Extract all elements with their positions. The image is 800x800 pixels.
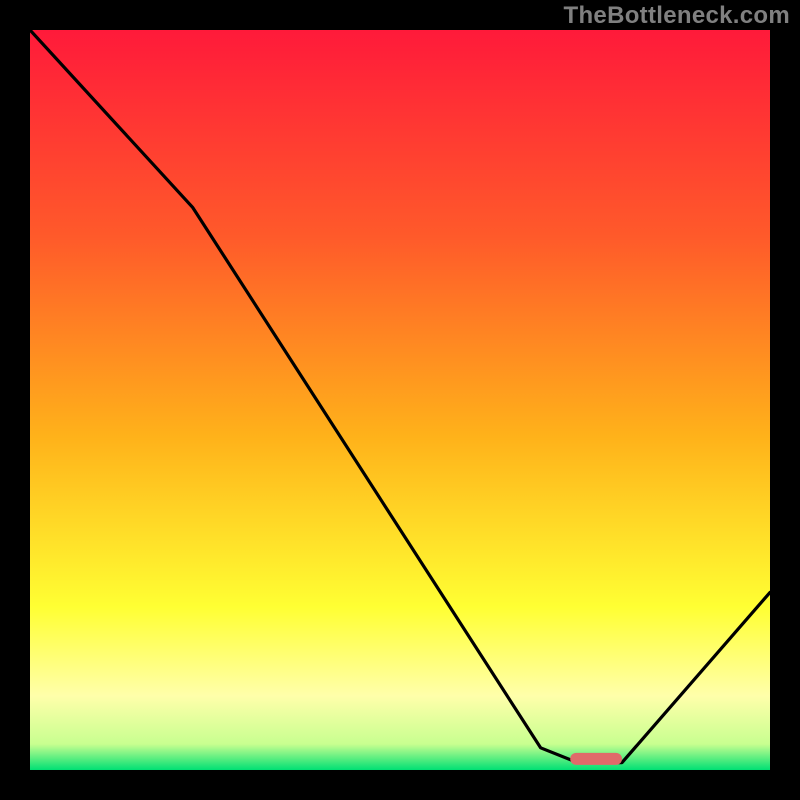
gradient-background — [30, 30, 770, 770]
watermark-text: TheBottleneck.com — [564, 2, 790, 30]
optimal-range-marker — [570, 753, 622, 765]
plot-area — [30, 30, 770, 770]
bottleneck-chart — [30, 30, 770, 770]
chart-frame: TheBottleneck.com — [0, 0, 800, 800]
